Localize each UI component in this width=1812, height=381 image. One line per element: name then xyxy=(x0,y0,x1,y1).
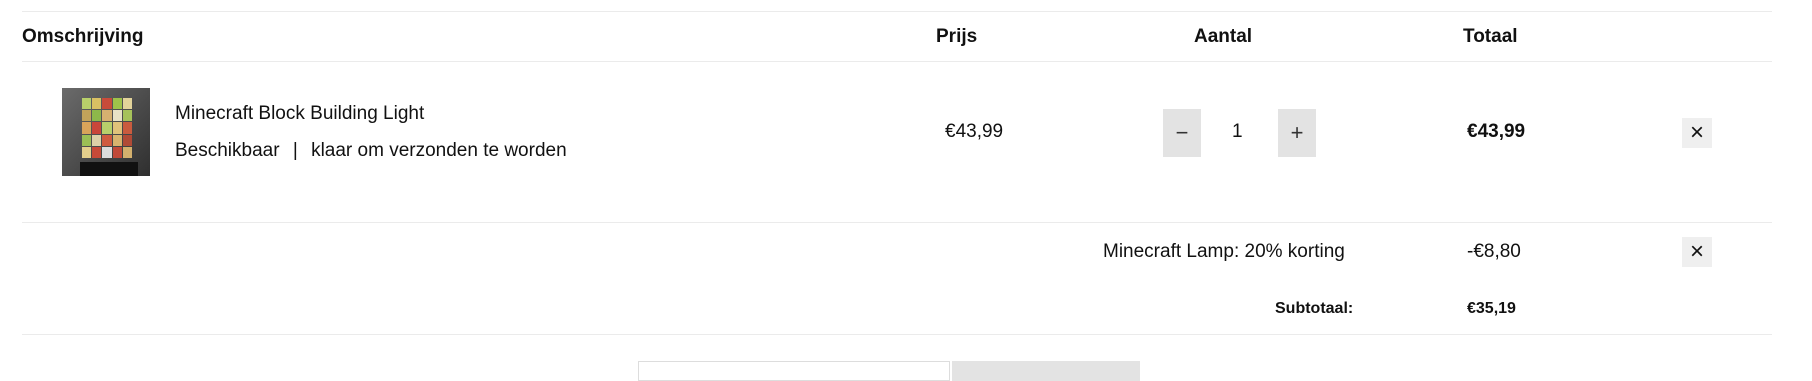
discount-label: Minecraft Lamp: 20% korting xyxy=(1103,241,1345,262)
remove-discount-button[interactable]: × xyxy=(1682,237,1712,267)
increment-quantity-button[interactable]: + xyxy=(1278,109,1316,157)
close-icon: × xyxy=(1689,238,1704,265)
subtotal-amount: €35,19 xyxy=(1467,300,1516,317)
remove-item-button[interactable]: × xyxy=(1682,118,1712,148)
product-status: Beschikbaar | klaar om verzonden te word… xyxy=(175,140,567,162)
product-name[interactable]: Minecraft Block Building Light xyxy=(175,103,424,125)
shipping-status-text: klaar om verzonden te worden xyxy=(311,140,567,161)
minus-icon: − xyxy=(1175,120,1189,145)
header-divider xyxy=(22,61,1772,62)
lamp-base xyxy=(80,162,138,176)
item-price: €43,99 xyxy=(945,121,1004,142)
availability-text: Beschikbaar xyxy=(175,140,280,161)
close-icon: × xyxy=(1689,119,1704,146)
header-description: Omschrijving xyxy=(22,26,144,47)
apply-coupon-button[interactable] xyxy=(952,361,1140,381)
top-divider xyxy=(22,11,1772,12)
item-divider xyxy=(22,222,1772,223)
coupon-code-input[interactable] xyxy=(638,361,950,381)
minecraft-lamp-product-image-icon xyxy=(82,98,132,158)
header-total: Totaal xyxy=(1463,26,1518,47)
quantity-value[interactable]: 1 xyxy=(1232,121,1243,143)
header-price: Prijs xyxy=(936,26,978,47)
header-quantity: Aantal xyxy=(1194,26,1253,47)
decrement-quantity-button[interactable]: − xyxy=(1163,109,1201,157)
item-total: €43,99 xyxy=(1467,121,1526,142)
plus-icon: + xyxy=(1290,120,1304,145)
subtotal-divider xyxy=(22,334,1772,335)
status-separator: | xyxy=(292,140,298,161)
discount-amount: -€8,80 xyxy=(1467,241,1521,262)
product-thumbnail[interactable] xyxy=(62,88,150,176)
subtotal-label: Subtotaal: xyxy=(1275,300,1354,317)
